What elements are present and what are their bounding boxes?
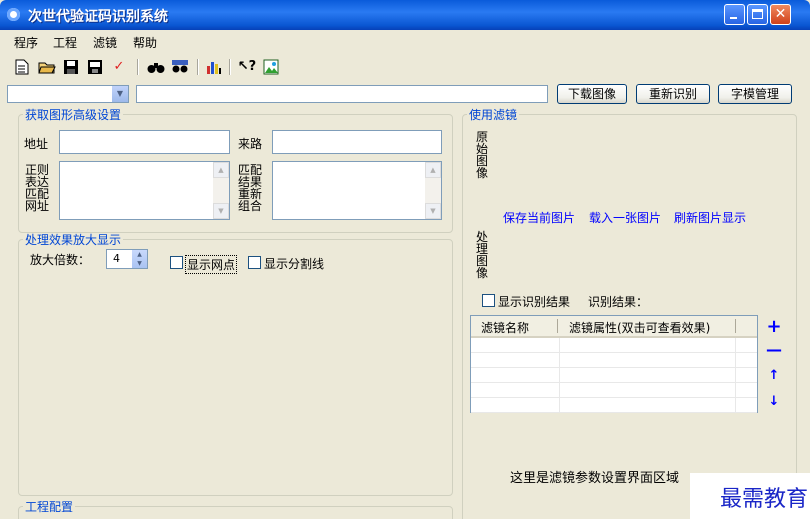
toolbar-separator	[197, 59, 199, 75]
column-divider	[735, 319, 736, 333]
minimize-icon	[730, 17, 737, 19]
scroll-up-icon[interactable]: ▲	[213, 162, 229, 178]
column-divider	[557, 319, 558, 333]
table-gridline	[735, 338, 736, 412]
maximize-button[interactable]	[747, 4, 768, 25]
spinner-arrows-icon[interactable]: ▲ ▼	[132, 250, 147, 268]
watermark-text: 最需教育	[719, 487, 808, 512]
column-filter-name[interactable]: 滤镜名称	[481, 319, 529, 336]
save-current-image-link[interactable]: 保存当前图片	[503, 209, 575, 226]
table-row[interactable]	[471, 338, 757, 353]
scroll-down-icon[interactable]: ▼	[425, 203, 441, 219]
referer-input[interactable]	[272, 130, 442, 154]
watermark-box: 最需教育	[690, 473, 810, 519]
show-result-checkbox[interactable]	[482, 294, 495, 307]
save-icon[interactable]	[63, 59, 79, 75]
menu-project[interactable]: 工程	[53, 34, 77, 51]
project-config-group: 工程配置	[18, 498, 453, 519]
minimize-button[interactable]	[724, 4, 745, 25]
title-bar[interactable]: 次世代验证码识别系统 ✕	[0, 0, 810, 30]
toolbar-separator	[229, 59, 231, 75]
close-icon: ✕	[774, 6, 787, 22]
chart-icon[interactable]	[206, 59, 222, 75]
preset-select[interactable]: ▼	[7, 85, 129, 103]
match-result-textarea[interactable]: ▲ ▼	[272, 161, 442, 220]
toolbar: ✓ ↖?	[0, 53, 810, 79]
filter-list-table[interactable]: 滤镜名称 滤镜属性(双击可查看效果)	[470, 315, 758, 413]
move-up-icon[interactable]: ↑	[766, 368, 782, 383]
zoom-factor-spinner[interactable]: 4 ▲ ▼	[106, 249, 148, 269]
show-split-checkbox[interactable]	[248, 256, 261, 269]
scroll-up-icon[interactable]: ▲	[425, 162, 441, 178]
table-row[interactable]	[471, 368, 757, 383]
download-image-button[interactable]: 下载图像	[557, 84, 627, 104]
address-input[interactable]	[59, 130, 230, 154]
close-button[interactable]: ✕	[770, 4, 791, 25]
original-image-label: 原始图像	[476, 130, 489, 180]
check-icon[interactable]: ✓	[111, 59, 127, 75]
filters-legend: 使用滤镜	[469, 108, 518, 122]
regex-scrollbar[interactable]: ▲ ▼	[213, 162, 229, 219]
url-input[interactable]	[136, 85, 548, 103]
scroll-down-icon[interactable]: ▼	[213, 203, 229, 219]
filter-table-header: 滤镜名称 滤镜属性(双击可查看效果)	[471, 316, 757, 338]
filters-group: 使用滤镜	[462, 106, 797, 519]
zoom-factor-label: 放大倍数：	[30, 253, 91, 267]
menu-program[interactable]: 程序	[14, 34, 38, 51]
show-result-label[interactable]: 显示识别结果	[498, 293, 570, 310]
advanced-settings-legend: 获取图形高级设置	[25, 108, 122, 122]
column-filter-props[interactable]: 滤镜属性(双击可查看效果)	[569, 319, 710, 336]
help-pointer-icon[interactable]: ↖?	[237, 59, 257, 75]
referer-label: 来路	[238, 137, 263, 151]
zoom-factor-value: 4	[113, 252, 120, 265]
menu-help[interactable]: 帮助	[133, 34, 157, 51]
table-row[interactable]	[471, 353, 757, 368]
maximize-icon	[752, 9, 763, 19]
open-folder-icon[interactable]	[38, 59, 56, 75]
address-label: 地址	[24, 137, 49, 151]
window-title: 次世代验证码识别系统	[28, 9, 168, 25]
show-split-label[interactable]: 显示分割线	[264, 255, 324, 272]
zoom-display-legend: 处理效果放大显示	[25, 233, 122, 247]
menu-bar: 程序 工程 滤镜 帮助	[0, 30, 810, 52]
regex-label: 正则表达匹配网址	[25, 163, 50, 213]
binoculars-icon[interactable]	[147, 59, 165, 75]
table-gridline	[559, 338, 560, 412]
move-down-icon[interactable]: ↓	[766, 394, 782, 409]
add-filter-icon[interactable]: +	[766, 316, 782, 337]
refresh-image-link[interactable]: 刷新图片显示	[674, 209, 746, 226]
chevron-down-icon[interactable]: ▼	[111, 86, 128, 102]
match-scrollbar[interactable]: ▲ ▼	[425, 162, 441, 219]
find-replace-icon[interactable]	[171, 59, 188, 75]
image-icon[interactable]	[263, 59, 279, 75]
load-image-link[interactable]: 载入一张图片	[589, 209, 661, 226]
remove-filter-icon[interactable]: —	[766, 340, 782, 359]
table-row[interactable]	[471, 398, 757, 413]
show-grid-label[interactable]: 显示网点	[185, 255, 238, 274]
app-window: 次世代验证码识别系统 ✕ 程序 工程 滤镜 帮助 ✓ ↖? ▼ 下载图像 重新识…	[0, 0, 810, 519]
processed-image-label: 处理图像	[476, 230, 489, 280]
recognition-result-label: 识别结果：	[588, 295, 649, 309]
project-config-legend: 工程配置	[25, 500, 74, 514]
menu-filter[interactable]: 滤镜	[93, 34, 117, 51]
save-all-icon[interactable]	[87, 59, 103, 75]
show-grid-checkbox[interactable]	[170, 256, 183, 269]
toolbar-separator	[137, 59, 139, 75]
regex-textarea[interactable]: ▲ ▼	[59, 161, 230, 220]
table-row[interactable]	[471, 383, 757, 398]
re-recognize-button[interactable]: 重新识别	[636, 84, 710, 104]
param-area-text: 这里是滤镜参数设置界面区域	[510, 471, 680, 486]
font-manage-button[interactable]: 字模管理	[718, 84, 792, 104]
new-file-icon[interactable]	[14, 59, 30, 75]
app-icon	[7, 8, 20, 21]
match-result-label: 匹配结果重新组合	[238, 163, 263, 213]
